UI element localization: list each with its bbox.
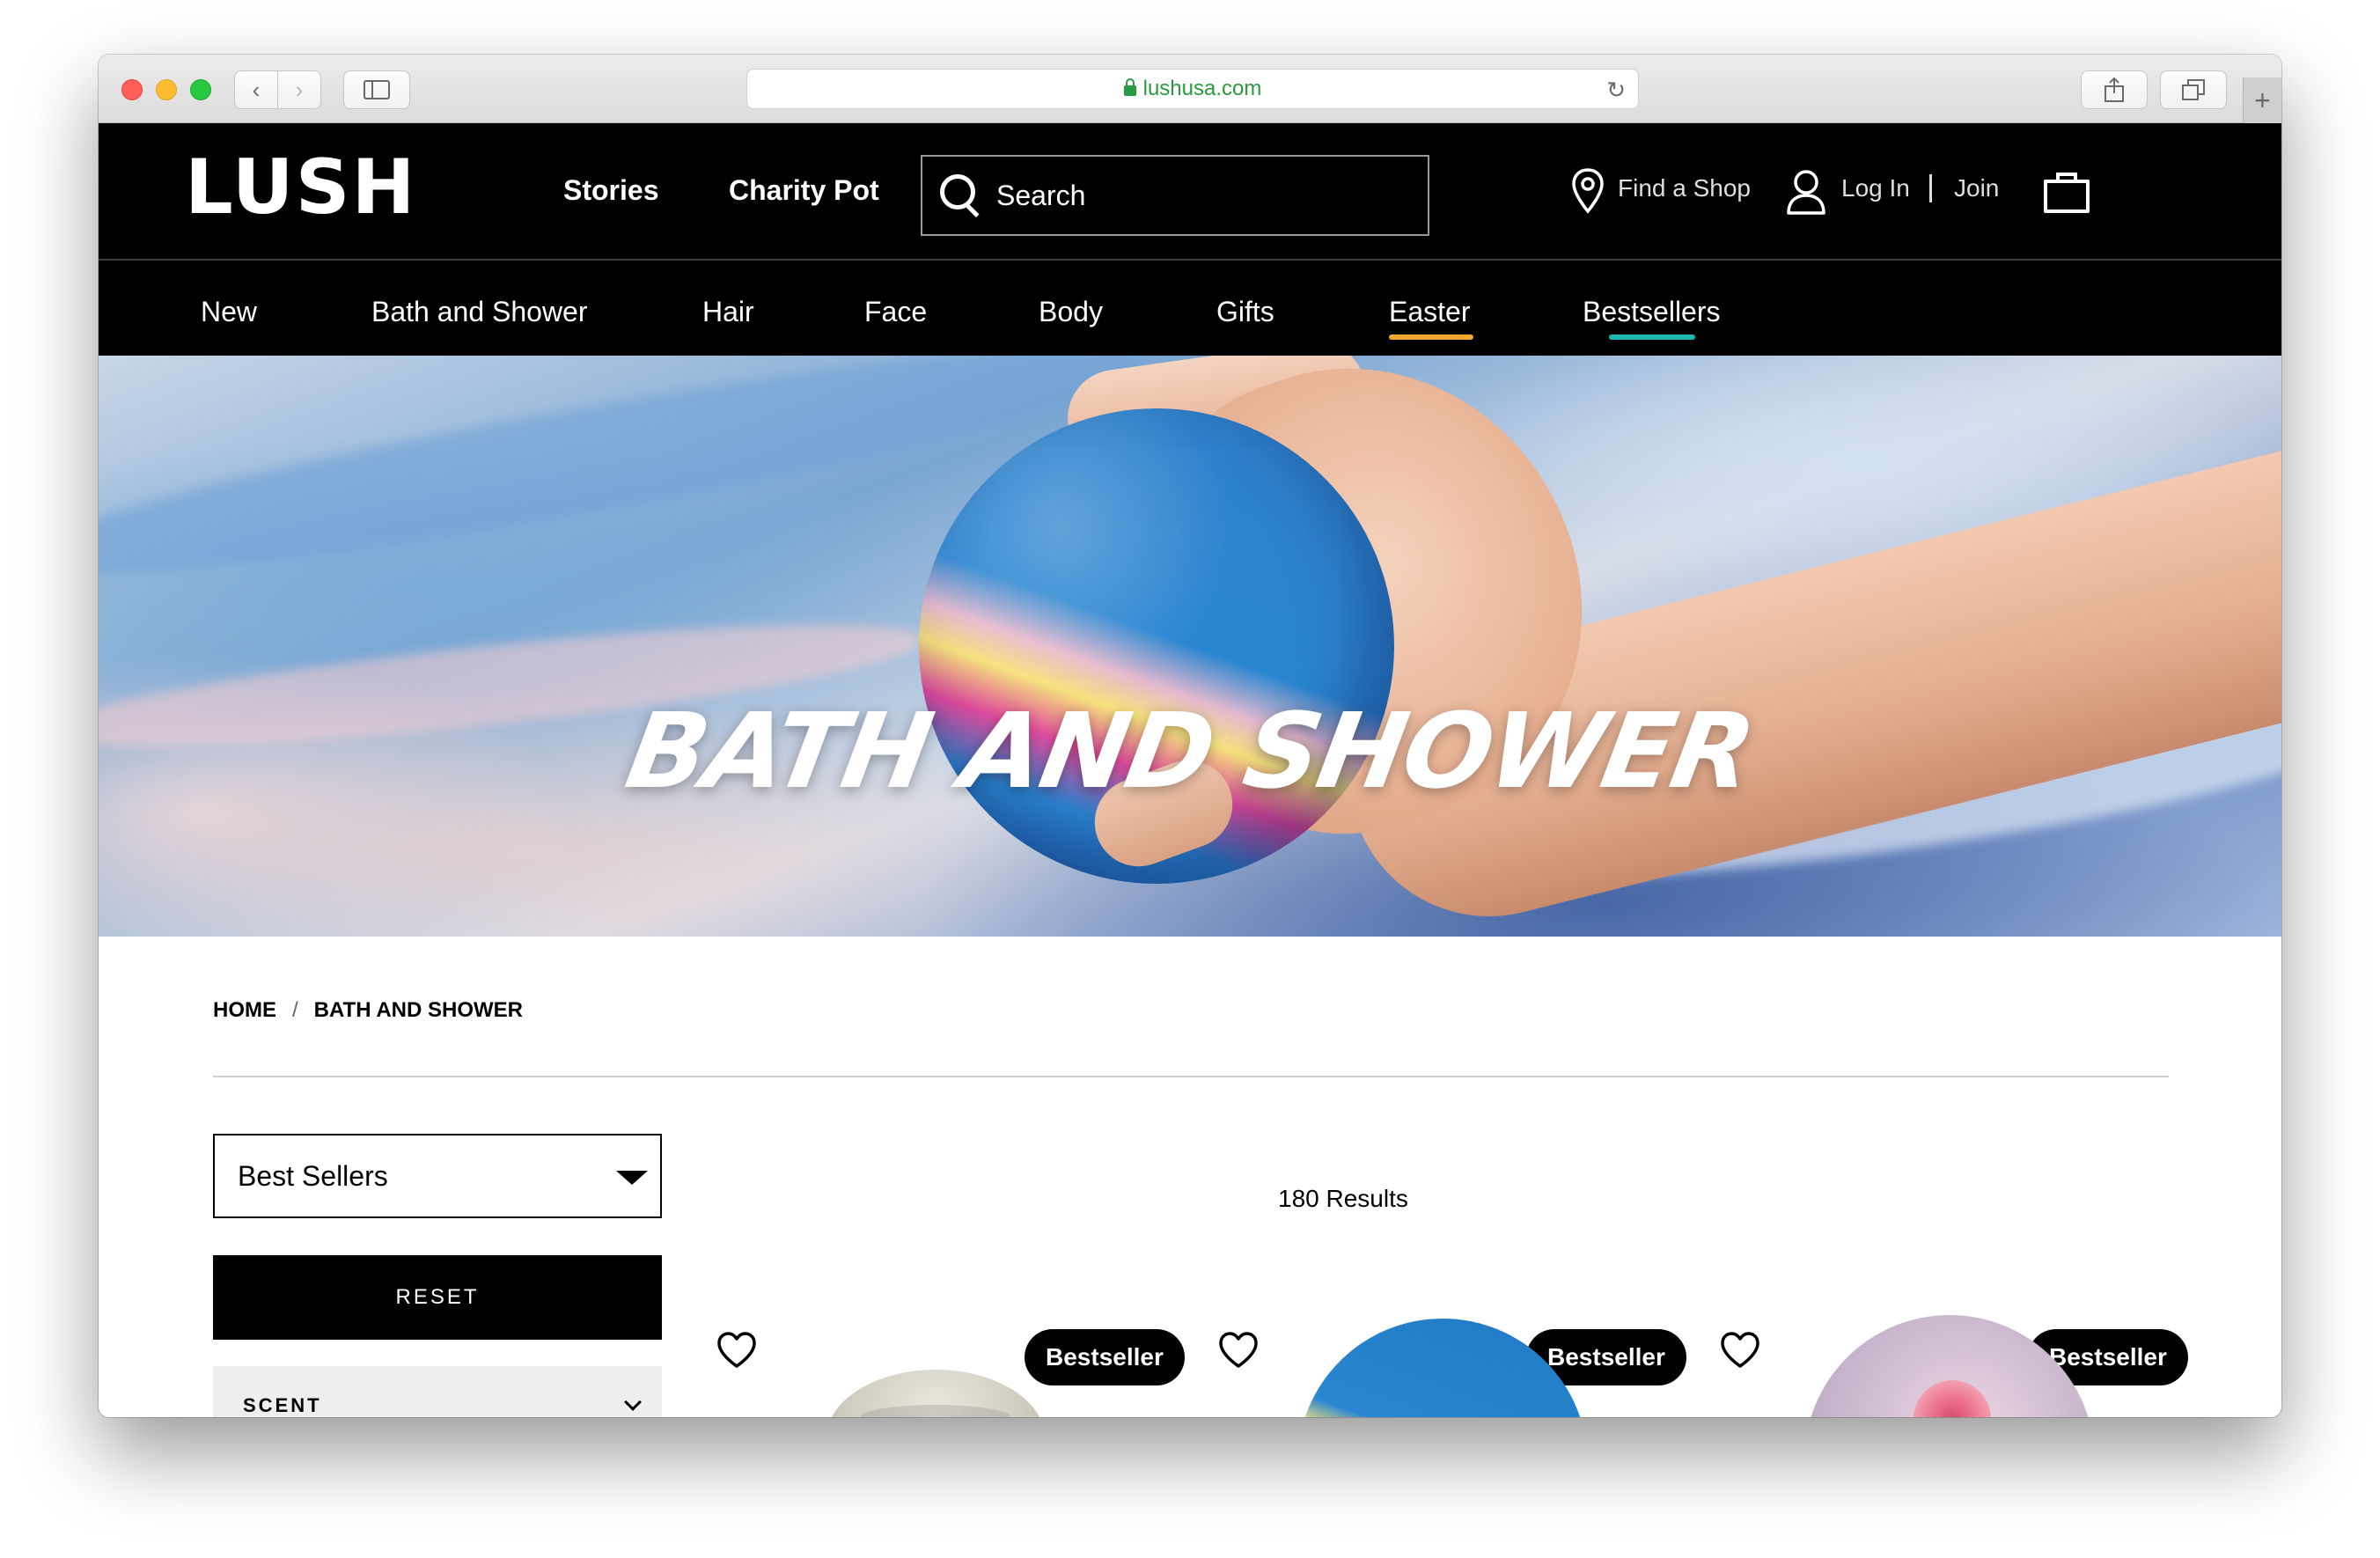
search-icon[interactable] [938,173,984,218]
show-tabs-button[interactable] [2160,70,2227,109]
search-input[interactable] [996,179,1401,212]
breadcrumb-current: BATH AND SHOWER [313,998,523,1022]
shopping-bag-icon[interactable] [2042,167,2091,215]
category-nav: New Bath and Shower Hair Face Body Gifts… [99,259,2281,356]
tabs-icon [2182,79,2205,100]
nav-body[interactable]: Body [1039,296,1103,328]
nav-easter[interactable]: Easter [1389,296,1470,328]
join-link[interactable]: Join [1954,174,1999,202]
nav-hair[interactable]: Hair [702,296,754,328]
caret-down-icon [616,1171,648,1185]
zoom-window-button[interactable] [190,79,211,100]
url-text: lushusa.com [1142,77,1262,100]
reload-icon[interactable]: ↻ [1606,77,1626,104]
back-button[interactable]: ‹ [234,70,278,109]
share-icon [2105,77,2124,102]
results-count: 180 Results [1278,1185,1408,1212]
nav-new[interactable]: New [201,296,257,328]
sidebar-toggle-button[interactable] [343,70,410,109]
nav-face[interactable]: Face [864,296,927,328]
hero-title: BATH AND SHOWER [618,690,1762,812]
site-header: LUSH Stories Charity Pot Find a Shop Log… [99,123,2281,259]
wishlist-heart-icon[interactable] [1720,1331,1760,1370]
lush-logo[interactable]: LUSH [185,150,416,225]
log-in-link[interactable]: Log In [1841,174,1910,202]
hero-banner: BATH AND SHOWER [99,356,2281,937]
user-icon[interactable] [1785,167,1827,217]
wishlist-heart-icon[interactable] [1218,1331,1259,1370]
reset-button[interactable]: RESET [213,1255,662,1340]
stories-link[interactable]: Stories [563,174,658,207]
browser-toolbar: ‹ › lushusa.com ↻ + [99,55,2281,123]
browser-window: ‹ › lushusa.com ↻ + LUSH Stories Charity… [99,55,2281,1417]
address-bar[interactable]: lushusa.com ↻ [746,69,1639,109]
bestsellers-underline [1609,334,1695,340]
chevron-right-icon: › [295,76,304,103]
divider [213,1076,2169,1077]
forward-button[interactable]: › [277,70,321,109]
scent-filter-label: SCENT [243,1394,322,1416]
minimize-window-button[interactable] [156,79,177,100]
plus-icon: + [2254,84,2271,116]
chevron-left-icon: ‹ [252,76,261,103]
close-window-button[interactable] [121,79,143,100]
easter-underline [1389,334,1473,340]
breadcrumb-home[interactable]: HOME [213,998,276,1023]
chevron-down-icon [624,1393,642,1411]
map-pin-icon[interactable] [1570,167,1605,215]
charity-pot-link[interactable]: Charity Pot [729,174,879,207]
scent-filter-toggle[interactable]: SCENT [213,1366,662,1417]
sort-selected-value: Best Sellers [238,1159,388,1192]
find-a-shop-link[interactable]: Find a Shop [1618,174,1751,202]
breadcrumb-separator: / [292,998,298,1022]
product-image[interactable] [826,1370,1046,1417]
divider [1929,174,1932,202]
share-button[interactable] [2081,70,2148,109]
lock-icon [1123,78,1136,96]
sort-select[interactable]: Best Sellers [213,1134,662,1218]
nav-gifts[interactable]: Gifts [1216,296,1274,328]
bestseller-badge: Bestseller [1025,1329,1185,1385]
nav-bestsellers[interactable]: Bestsellers [1583,296,1721,328]
breadcrumb: HOME / BATH AND SHOWER [213,998,523,1023]
new-tab-button[interactable]: + [2243,77,2281,123]
nav-bath-and-shower[interactable]: Bath and Shower [371,296,588,328]
sidebar-icon [364,80,390,99]
search-box[interactable] [921,155,1429,236]
wishlist-heart-icon[interactable] [716,1331,757,1370]
